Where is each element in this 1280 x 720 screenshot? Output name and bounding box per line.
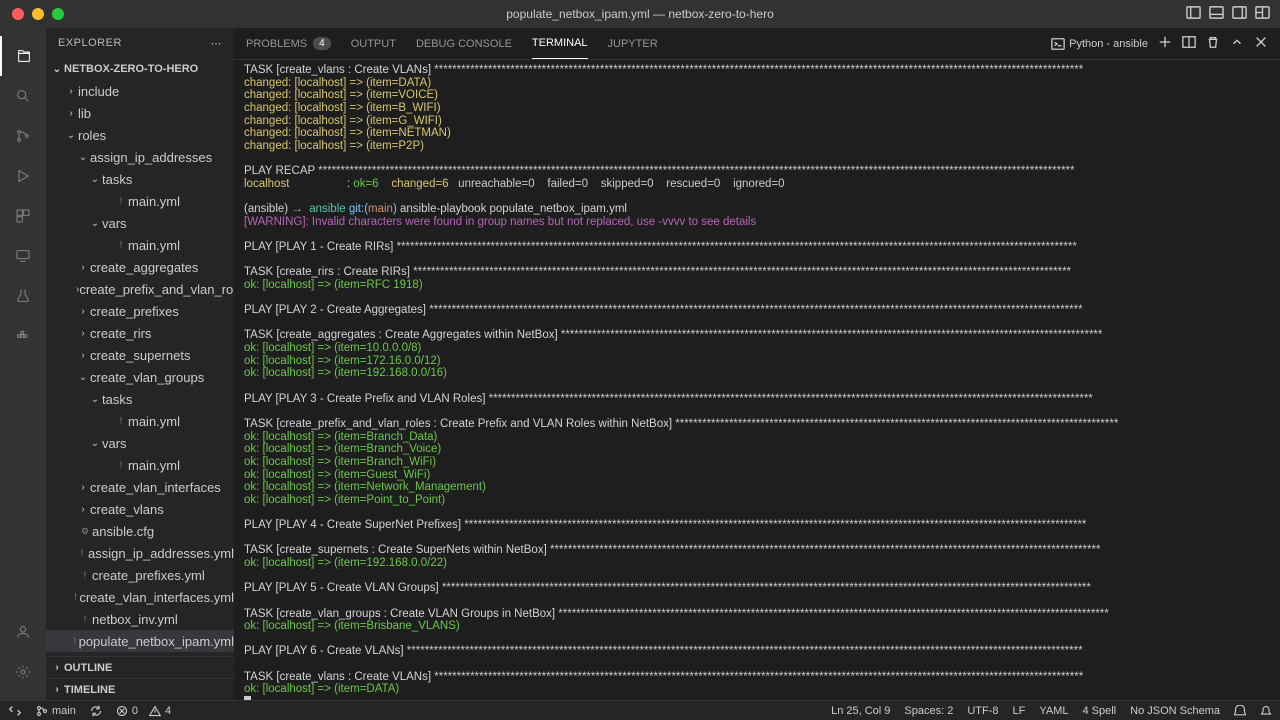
tab-output[interactable]: OUTPUT — [351, 28, 396, 59]
sync-status[interactable] — [90, 705, 102, 717]
window-title: populate_netbox_ipam.yml — netbox-zero-t… — [506, 7, 773, 21]
tree-item[interactable]: ⌄tasks — [46, 168, 234, 190]
test-icon[interactable] — [0, 276, 46, 316]
account-icon[interactable] — [0, 612, 46, 652]
branch-status[interactable]: main — [36, 705, 76, 717]
remote-status[interactable] — [8, 704, 22, 718]
layout-icon[interactable] — [1255, 5, 1270, 23]
tree-item[interactable]: ›create_rirs — [46, 322, 234, 344]
tree-item[interactable]: ›!main.yml — [46, 410, 234, 432]
tree-item[interactable]: ›!create_prefixes.yml — [46, 564, 234, 586]
split-terminal-icon[interactable] — [1182, 35, 1196, 52]
search-icon[interactable] — [0, 76, 46, 116]
tree-item[interactable]: ›!netbox_inv.yml — [46, 608, 234, 630]
tree-item[interactable]: ›create_prefixes — [46, 300, 234, 322]
tree-item[interactable]: ›create_prefix_and_vlan_roles — [46, 278, 234, 300]
outline-section[interactable]: ›OUTLINE — [46, 656, 234, 678]
tree-item[interactable]: ›!create_vlan_interfaces.yml — [46, 586, 234, 608]
notifications-icon[interactable] — [1260, 705, 1272, 717]
feedback-icon[interactable] — [1234, 705, 1246, 717]
docker-icon[interactable] — [0, 316, 46, 356]
traffic-lights — [0, 8, 64, 20]
close-panel-icon[interactable] — [1254, 35, 1268, 52]
timeline-section[interactable]: ›TIMELINE — [46, 678, 234, 700]
problems-badge: 4 — [313, 37, 331, 50]
titlebar: populate_netbox_ipam.yml — netbox-zero-t… — [0, 0, 1280, 28]
tab-jupyter[interactable]: JUPYTER — [608, 28, 658, 59]
tree-item[interactable]: ⌄roles — [46, 124, 234, 146]
source-control-icon[interactable] — [0, 116, 46, 156]
tree-item[interactable]: ⌄create_vlan_groups — [46, 366, 234, 388]
language-status[interactable]: YAML — [1039, 705, 1068, 717]
tree-item[interactable]: ⌄assign_ip_addresses — [46, 146, 234, 168]
sidebar-header: EXPLORER ⋯ — [46, 28, 234, 58]
debug-icon[interactable] — [0, 156, 46, 196]
tree-item[interactable]: ›lib — [46, 102, 234, 124]
toggle-secondary-icon[interactable] — [1232, 5, 1247, 23]
tree-item[interactable]: ›create_vlan_interfaces — [46, 476, 234, 498]
tree-item[interactable]: ⌄vars — [46, 432, 234, 454]
tab-problems[interactable]: PROBLEMS4 — [246, 28, 331, 59]
spell-status[interactable]: 4 Spell — [1082, 705, 1116, 717]
close-button[interactable] — [12, 8, 24, 20]
tree-item[interactable]: ›create_supernets — [46, 344, 234, 366]
tree-item[interactable]: ›!assign_ip_addresses.yml — [46, 542, 234, 564]
title-icons — [1186, 5, 1280, 23]
indentation-status[interactable]: Spaces: 2 — [904, 705, 953, 717]
explorer-icon[interactable] — [0, 36, 46, 76]
file-tree[interactable]: ›include›lib⌄roles⌄assign_ip_addresses⌄t… — [46, 80, 234, 656]
settings-icon[interactable] — [0, 652, 46, 692]
problems-status[interactable]: 0 4 — [116, 705, 171, 717]
sidebar: EXPLORER ⋯ ⌄NETBOX-ZERO-TO-HERO ›include… — [46, 28, 234, 700]
panel-tabs: PROBLEMS4 OUTPUT DEBUG CONSOLE TERMINAL … — [234, 28, 1280, 60]
tab-debug[interactable]: DEBUG CONSOLE — [416, 28, 512, 59]
kill-terminal-icon[interactable] — [1206, 35, 1220, 52]
explorer-label: EXPLORER — [58, 37, 122, 49]
tree-item[interactable]: ›include — [46, 80, 234, 102]
project-title[interactable]: ⌄NETBOX-ZERO-TO-HERO — [46, 58, 234, 80]
tree-item[interactable]: ⌄tasks — [46, 388, 234, 410]
shell-selector[interactable]: Python - ansible — [1051, 37, 1148, 51]
new-terminal-icon[interactable] — [1158, 35, 1172, 52]
tab-terminal[interactable]: TERMINAL — [532, 28, 588, 59]
terminal-content[interactable]: TASK [create_vlans : Create VLANs] *****… — [234, 60, 1280, 700]
tree-item[interactable]: ›!populate_netbox_ipam.yml — [46, 630, 234, 652]
tree-item[interactable]: ›create_aggregates — [46, 256, 234, 278]
maximize-button[interactable] — [52, 8, 64, 20]
schema-status[interactable]: No JSON Schema — [1130, 705, 1220, 717]
minimize-button[interactable] — [32, 8, 44, 20]
sidebar-bottom: ›OUTLINE ›TIMELINE — [46, 656, 234, 700]
tree-item[interactable]: ›!main.yml — [46, 234, 234, 256]
tree-item[interactable]: ›create_vlans — [46, 498, 234, 520]
cursor-position[interactable]: Ln 25, Col 9 — [831, 705, 890, 717]
maximize-panel-icon[interactable] — [1230, 35, 1244, 52]
tree-item[interactable]: ›!main.yml — [46, 454, 234, 476]
toggle-sidebar-icon[interactable] — [1186, 5, 1201, 23]
extensions-icon[interactable] — [0, 196, 46, 236]
encoding-status[interactable]: UTF-8 — [967, 705, 998, 717]
eol-status[interactable]: LF — [1013, 705, 1026, 717]
toggle-panel-icon[interactable] — [1209, 5, 1224, 23]
more-icon[interactable]: ⋯ — [211, 37, 223, 50]
tree-item[interactable]: ⌄vars — [46, 212, 234, 234]
statusbar: main 0 4 Ln 25, Col 9 Spaces: 2 UTF-8 LF… — [0, 700, 1280, 720]
tree-item[interactable]: ›⚙ansible.cfg — [46, 520, 234, 542]
editor-area: PROBLEMS4 OUTPUT DEBUG CONSOLE TERMINAL … — [234, 28, 1280, 700]
tree-item[interactable]: ›!main.yml — [46, 190, 234, 212]
activity-bar — [0, 28, 46, 700]
remote-icon[interactable] — [0, 236, 46, 276]
